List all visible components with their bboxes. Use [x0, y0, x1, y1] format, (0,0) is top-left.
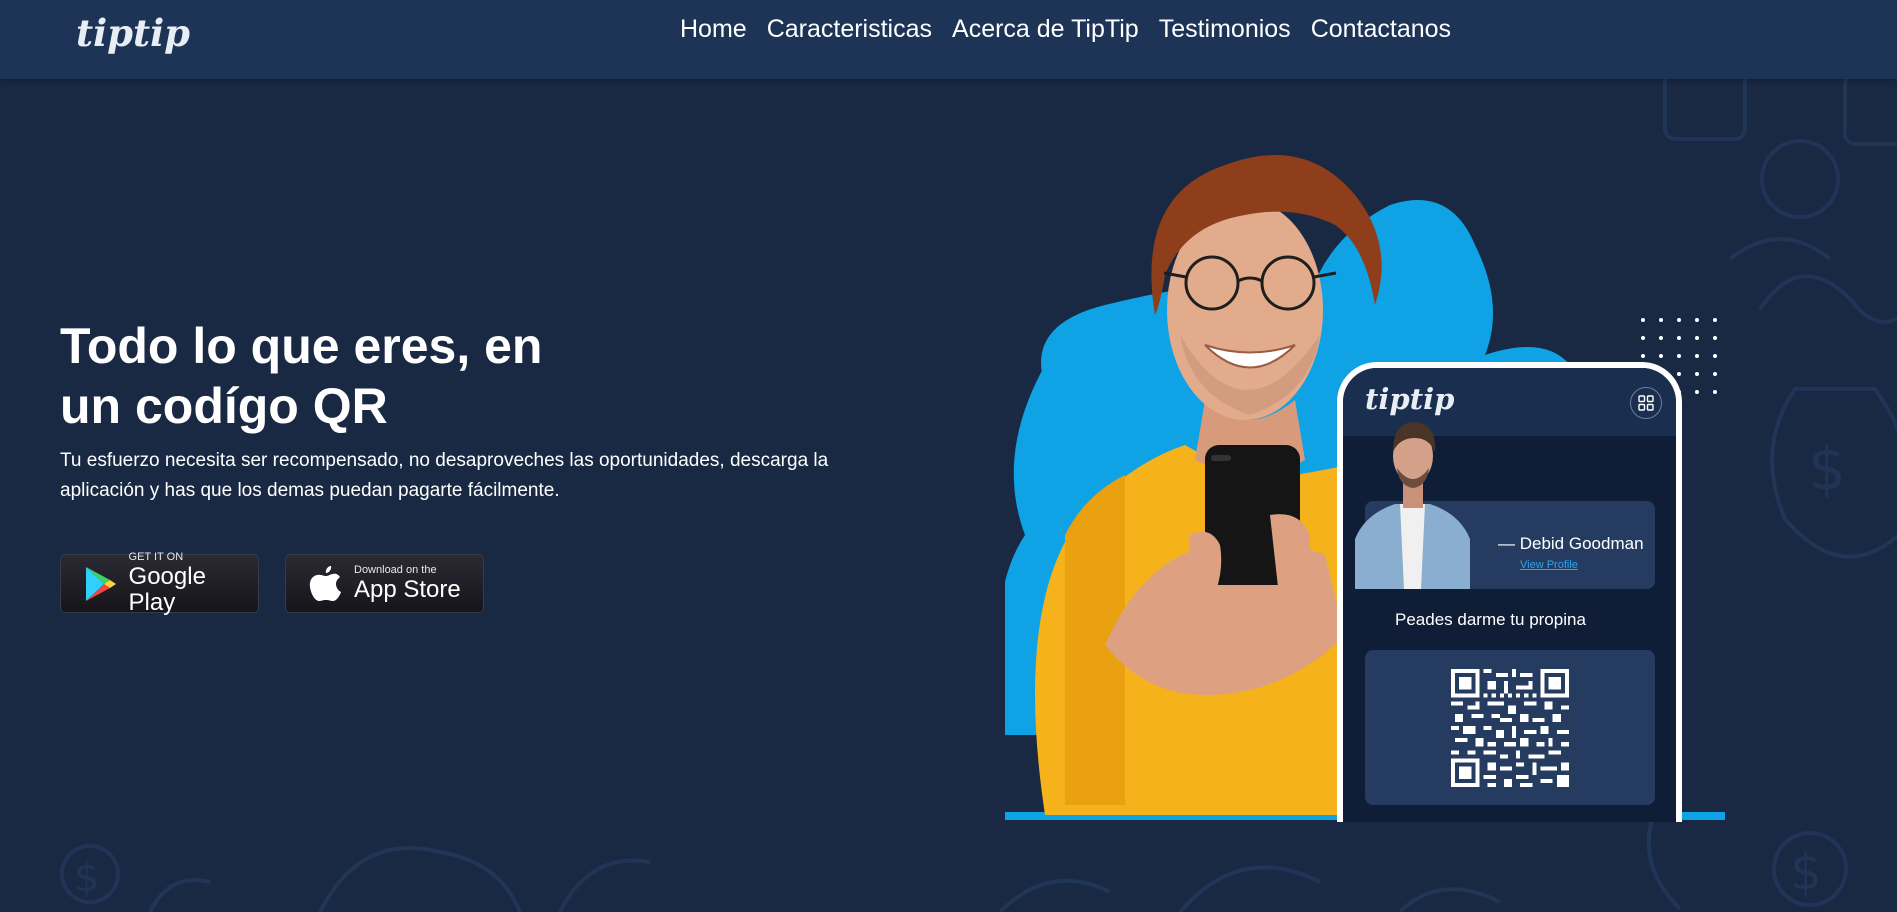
svg-text:$: $	[74, 855, 99, 901]
app-store-button[interactable]: Download on the App Store	[285, 554, 484, 613]
svg-text:$: $	[1808, 434, 1846, 504]
nav-link-home[interactable]: Home	[680, 15, 747, 44]
google-play-big-label: Google Play	[128, 563, 206, 616]
tip-prompt-text: Peades darme tu propina	[1395, 610, 1586, 629]
nav-link-testimonios[interactable]: Testimonios	[1159, 15, 1291, 44]
phone-mockup: tiptip — Debid Goodman View Profile Pead…	[1337, 362, 1682, 822]
qr-code[interactable]	[1451, 668, 1569, 787]
nav-link-contactanos[interactable]: Contactanos	[1311, 15, 1451, 44]
nav-link-acerca[interactable]: Acerca de TipTip	[952, 15, 1139, 44]
apple-icon	[302, 554, 350, 613]
view-profile-link[interactable]: View Profile	[1520, 559, 1578, 571]
hero-title-line1: Todo lo que eres, en	[60, 318, 543, 374]
phone-logo: tiptip	[1365, 382, 1455, 416]
app-store-big-label: App Store	[354, 576, 461, 603]
nav-links: Home Caracteristicas Acerca de TipTip Te…	[680, 15, 1451, 44]
hero-title-line2: un codígo QR	[60, 378, 388, 434]
profile-name: — Debid Goodman	[1498, 534, 1644, 553]
site-logo[interactable]: tiptip	[76, 11, 190, 55]
svg-text:$: $	[1790, 843, 1822, 901]
nav-link-caracteristicas[interactable]: Caracteristicas	[767, 15, 932, 44]
hero-title: Todo lo que eres, en un codígo QR	[60, 316, 620, 436]
hero-subtitle: Tu esfuerzo necesita ser recompensado, n…	[60, 450, 829, 501]
google-play-icon	[77, 554, 125, 613]
avatar	[1355, 422, 1470, 589]
google-play-button[interactable]: GET IT ON Google Play	[60, 551, 259, 616]
grid-icon[interactable]	[1630, 387, 1662, 419]
navbar: tiptip Home Caracteristicas Acerca de Ti…	[0, 0, 1897, 79]
qr-card	[1365, 650, 1655, 805]
